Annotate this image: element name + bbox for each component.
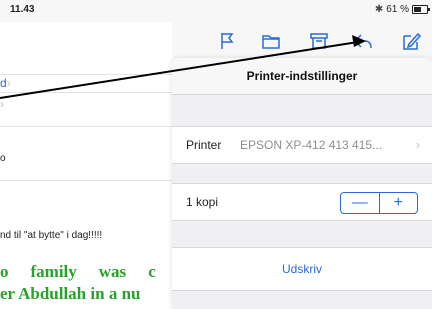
printer-row[interactable]: Printer EPSON XP-412 413 415... › <box>172 126 432 164</box>
green-word: was <box>98 262 127 281</box>
recipient-link[interactable]: › <box>0 95 4 113</box>
message-pane: d› › o nd til "at bytte" i dag!!!!! o fa… <box>0 22 172 309</box>
bluetooth-icon: ✱ <box>374 4 384 15</box>
green-text-line: o family was c <box>0 262 156 282</box>
chevron-right-icon: › <box>6 76 11 90</box>
folder-icon[interactable] <box>260 30 282 52</box>
green-word: family <box>30 262 77 281</box>
green-word: o <box>0 262 9 281</box>
mail-toolbar <box>172 28 432 58</box>
copies-stepper[interactable]: — + <box>340 192 418 214</box>
chevron-right-icon: › <box>415 137 420 152</box>
green-text-line-2: er Abdullah in a nu <box>0 284 141 303</box>
copies-label: 1 kopi <box>186 195 219 209</box>
battery-icon <box>412 5 430 14</box>
archive-icon[interactable] <box>308 30 330 52</box>
copies-row: 1 kopi — + <box>172 183 432 221</box>
divider <box>0 126 172 127</box>
compose-icon[interactable] <box>400 30 422 52</box>
divider <box>0 180 172 181</box>
battery-percent: 61 % <box>386 4 409 15</box>
sender-text: d <box>0 76 7 90</box>
message-text: nd til "at bytte" i dag!!!!! <box>0 230 103 241</box>
status-bar: 11.43 ✱ 61 % <box>0 0 432 22</box>
reply-icon[interactable] <box>352 30 374 52</box>
increment-button[interactable]: + <box>380 193 418 213</box>
popover-title: Printer-indstillinger <box>172 58 432 95</box>
status-time: 11.43 <box>10 4 35 15</box>
printer-label: Printer <box>186 138 222 152</box>
flag-icon[interactable] <box>216 30 238 52</box>
print-button[interactable]: Udskriv <box>172 262 432 276</box>
printer-value: EPSON XP-412 413 415... <box>240 138 383 152</box>
print-row[interactable]: Udskriv <box>172 247 432 291</box>
green-word: c <box>148 262 156 281</box>
printer-options-popover: Printer-indstillinger Printer EPSON XP-4… <box>172 58 432 309</box>
decrement-button[interactable]: — <box>341 193 379 213</box>
date-fragment: o <box>0 153 6 164</box>
sender-link[interactable]: d› <box>0 74 11 92</box>
status-right: ✱ 61 % <box>374 4 430 15</box>
divider <box>0 92 172 93</box>
header-row <box>0 22 172 75</box>
chevron-right-icon: › <box>0 97 4 111</box>
